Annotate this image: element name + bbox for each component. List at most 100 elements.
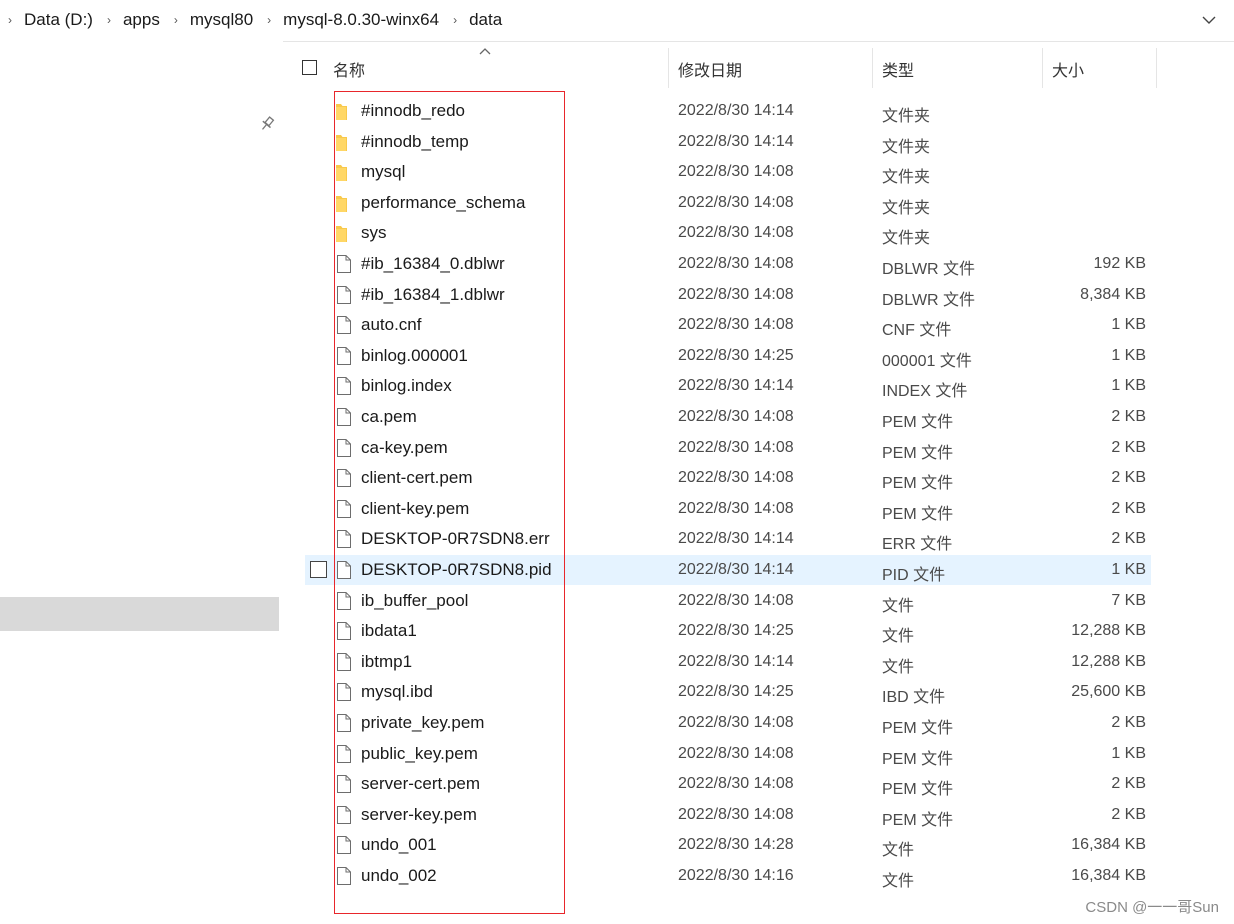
file-row[interactable]: undo_001 2022/8/30 14:28 文件 16,384 KB	[305, 830, 1151, 860]
file-size: 1 KB	[1111, 561, 1146, 578]
chevron-right-icon[interactable]: ›	[6, 13, 14, 27]
file-type: 文件夹	[882, 169, 931, 186]
chevron-right-icon[interactable]: ›	[172, 13, 180, 27]
file-type: PEM 文件	[882, 751, 954, 768]
breadcrumb-item-mysql80[interactable]: mysql80	[190, 10, 253, 30]
file-row[interactable]: server-cert.pem 2022/8/30 14:08 PEM 文件 2 KB	[305, 769, 1151, 799]
file-type: DBLWR 文件	[882, 261, 976, 278]
file-icon	[337, 653, 351, 671]
file-date: 2022/8/30 14:16	[678, 867, 794, 884]
file-size: 2 KB	[1111, 408, 1146, 425]
file-row[interactable]: undo_002 2022/8/30 14:16 文件 16,384 KB	[305, 861, 1151, 891]
file-size: 2 KB	[1111, 500, 1146, 517]
navigation-pane	[0, 41, 283, 924]
chevron-right-icon[interactable]: ›	[265, 13, 273, 27]
file-size: 2 KB	[1111, 439, 1146, 456]
file-date: 2022/8/30 14:08	[678, 592, 794, 609]
column-divider[interactable]	[1042, 48, 1043, 88]
file-row[interactable]: ca.pem 2022/8/30 14:08 PEM 文件 2 KB	[305, 402, 1151, 432]
file-date: 2022/8/30 14:08	[678, 224, 794, 241]
file-row[interactable]: #innodb_temp 2022/8/30 14:14 文件夹	[305, 127, 1151, 157]
select-all-checkbox[interactable]	[302, 60, 317, 75]
file-row[interactable]: ibtmp1 2022/8/30 14:14 文件 12,288 KB	[305, 647, 1151, 677]
file-type: PEM 文件	[882, 812, 954, 829]
file-row[interactable]: mysql 2022/8/30 14:08 文件夹	[305, 157, 1151, 187]
breadcrumb-item-drive[interactable]: Data (D:)	[24, 10, 93, 30]
file-date: 2022/8/30 14:08	[678, 806, 794, 823]
file-icon	[337, 714, 351, 732]
file-type: 文件夹	[882, 139, 931, 156]
file-date: 2022/8/30 14:14	[678, 377, 794, 394]
breadcrumb-item-data[interactable]: data	[469, 10, 502, 30]
file-date: 2022/8/30 14:28	[678, 836, 794, 853]
file-row[interactable]: DESKTOP-0R7SDN8.pid 2022/8/30 14:14 PID 文件…	[305, 555, 1151, 585]
file-row[interactable]: DESKTOP-0R7SDN8.err 2022/8/30 14:14 ERR 文件…	[305, 524, 1151, 554]
file-row[interactable]: private_key.pem 2022/8/30 14:08 PEM 文件 2 KB	[305, 708, 1151, 738]
file-row[interactable]: public_key.pem 2022/8/30 14:08 PEM 文件 1 KB	[305, 739, 1151, 769]
file-icon	[337, 592, 351, 610]
file-name: performance_schema	[361, 193, 526, 212]
file-icon	[337, 775, 351, 793]
file-row[interactable]: sys 2022/8/30 14:08 文件夹	[305, 218, 1151, 248]
column-divider[interactable]	[668, 48, 669, 88]
file-row[interactable]: ib_buffer_pool 2022/8/30 14:08 文件 7 KB	[305, 586, 1151, 616]
file-row[interactable]: binlog.index 2022/8/30 14:14 INDEX 文件 1 KB	[305, 371, 1151, 401]
pin-icon[interactable]	[258, 115, 276, 133]
file-name: server-cert.pem	[361, 774, 481, 793]
file-type: PEM 文件	[882, 414, 954, 431]
file-icon	[337, 377, 351, 395]
file-name: auto.cnf	[361, 315, 422, 334]
column-divider[interactable]	[872, 48, 873, 88]
file-row[interactable]: server-key.pem 2022/8/30 14:08 PEM 文件 2 KB	[305, 800, 1151, 830]
file-type: 文件夹	[882, 108, 931, 125]
file-type: IBD 文件	[882, 689, 946, 706]
file-type: 文件	[882, 598, 915, 615]
file-row[interactable]: mysql.ibd 2022/8/30 14:25 IBD 文件 25,600 KB	[305, 677, 1151, 707]
file-row[interactable]: #innodb_redo 2022/8/30 14:14 文件夹	[305, 96, 1151, 126]
column-header-name[interactable]: 名称	[333, 57, 365, 81]
file-type: 000001 文件	[882, 353, 972, 370]
file-name: public_key.pem	[361, 744, 478, 763]
column-header: 名称 修改日期 类型 大小	[285, 44, 1234, 92]
file-row[interactable]: performance_schema 2022/8/30 14:08 文件夹	[305, 188, 1151, 218]
file-name: binlog.000001	[361, 346, 468, 365]
column-header-size[interactable]: 大小	[1052, 57, 1084, 81]
file-icon	[337, 806, 351, 824]
chevron-right-icon[interactable]: ›	[105, 13, 113, 27]
file-name: mysql	[361, 162, 406, 181]
file-type: ERR 文件	[882, 536, 953, 553]
chevron-right-icon[interactable]: ›	[451, 13, 459, 27]
file-date: 2022/8/30 14:08	[678, 163, 794, 180]
file-row[interactable]: #ib_16384_0.dblwr 2022/8/30 14:08 DBLWR 文件…	[305, 249, 1151, 279]
file-type: 文件	[882, 659, 915, 676]
chevron-down-icon[interactable]	[1200, 11, 1218, 29]
file-row[interactable]: auto.cnf 2022/8/30 14:08 CNF 文件 1 KB	[305, 310, 1151, 340]
file-date: 2022/8/30 14:14	[678, 133, 794, 150]
folder-icon	[336, 196, 347, 212]
file-size: 2 KB	[1111, 806, 1146, 823]
file-icon	[337, 836, 351, 854]
address-bar[interactable]: › Data (D:) › apps › mysql80 › mysql-8.0…	[0, 0, 1234, 42]
file-row[interactable]: ibdata1 2022/8/30 14:25 文件 12,288 KB	[305, 616, 1151, 646]
row-checkbox[interactable]	[310, 561, 327, 578]
file-date: 2022/8/30 14:25	[678, 347, 794, 364]
breadcrumb-item-mysql-dir[interactable]: mysql-8.0.30-winx64	[283, 10, 439, 30]
file-type: 文件	[882, 873, 915, 890]
column-divider[interactable]	[1156, 48, 1157, 88]
file-row[interactable]: binlog.000001 2022/8/30 14:25 000001 文件 1 K…	[305, 341, 1151, 371]
file-date: 2022/8/30 14:08	[678, 286, 794, 303]
file-row[interactable]: #ib_16384_1.dblwr 2022/8/30 14:08 DBLWR 文件…	[305, 280, 1151, 310]
file-date: 2022/8/30 14:14	[678, 102, 794, 119]
file-date: 2022/8/30 14:08	[678, 255, 794, 272]
breadcrumb-item-apps[interactable]: apps	[123, 10, 160, 30]
file-name: ib_buffer_pool	[361, 591, 469, 610]
file-row[interactable]: client-key.pem 2022/8/30 14:08 PEM 文件 2 KB	[305, 494, 1151, 524]
file-row[interactable]: ca-key.pem 2022/8/30 14:08 PEM 文件 2 KB	[305, 433, 1151, 463]
column-header-type[interactable]: 类型	[882, 57, 914, 81]
breadcrumb: › Data (D:) › apps › mysql80 › mysql-8.0…	[6, 0, 514, 40]
file-row[interactable]: client-cert.pem 2022/8/30 14:08 PEM 文件 2 KB	[305, 463, 1151, 493]
column-header-date[interactable]: 修改日期	[678, 57, 742, 81]
file-icon	[337, 683, 351, 701]
file-name: DESKTOP-0R7SDN8.pid	[361, 560, 552, 579]
nav-item-selected[interactable]	[0, 597, 279, 631]
